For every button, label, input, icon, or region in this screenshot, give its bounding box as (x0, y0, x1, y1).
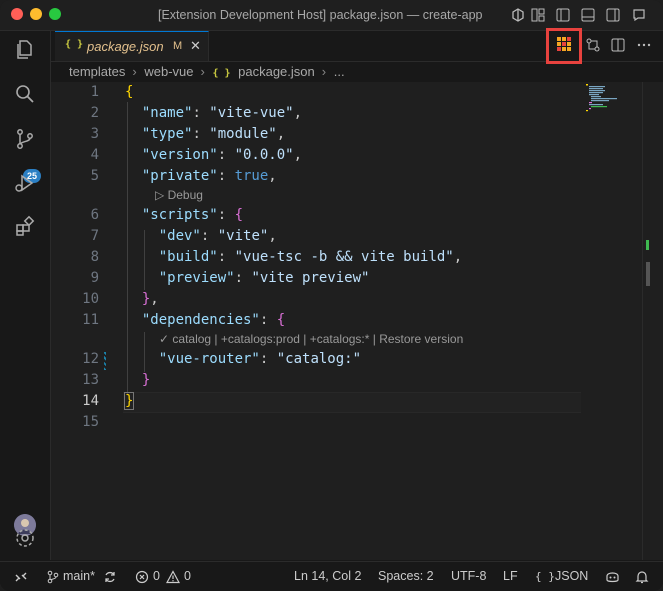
source-control-icon[interactable] (13, 127, 37, 151)
code-line: 10 }, (51, 289, 663, 310)
code-line: 13 } (51, 370, 663, 391)
breadcrumb-item-web-vue[interactable]: web-vue (144, 64, 193, 79)
code-editor[interactable]: 1{ 2 "name": "vite-vue", 3 "type": "modu… (51, 82, 663, 560)
json-file-icon: { } (65, 39, 84, 50)
line-number: 4 (90, 147, 99, 163)
error-count[interactable]: 0 (153, 569, 160, 583)
cursor-position[interactable]: Ln 14, Col 2 (294, 569, 361, 583)
line-number: 5 (90, 168, 99, 184)
sync-icon[interactable] (103, 570, 117, 584)
line-number: 1 (90, 84, 99, 100)
maximize-window-button[interactable] (49, 8, 61, 20)
breadcrumb-item-templates[interactable]: templates (69, 64, 125, 79)
toggle-panel-icon[interactable] (580, 7, 596, 23)
explorer-icon[interactable] (13, 38, 37, 62)
title-bar: [Extension Development Host] package.jso… (0, 0, 663, 31)
manage-gear-icon[interactable] (13, 526, 37, 550)
remote-icon[interactable] (14, 570, 28, 584)
code-line: 4 "version": "0.0.0", (51, 145, 663, 166)
tab-package-json[interactable]: { } package.json M ✕ (55, 31, 209, 61)
copilot-icon[interactable] (510, 7, 526, 23)
window-title: [Extension Development Host] package.jso… (158, 8, 483, 22)
breadcrumb-item-package-json[interactable]: package.json (238, 64, 315, 79)
line-number: 7 (90, 228, 99, 244)
code-line: 15 (51, 412, 663, 433)
chevron-right-icon: › (321, 64, 327, 79)
code-line: 9 "preview": "vite preview" (51, 268, 663, 289)
toggle-primary-sidebar-icon[interactable] (555, 7, 571, 23)
open-changes-icon[interactable] (585, 37, 601, 53)
layout-controls-icon[interactable] (530, 7, 546, 23)
encoding[interactable]: UTF-8 (451, 569, 486, 583)
line-number: 13 (82, 372, 99, 388)
code-line: 1{ (51, 82, 663, 103)
language-mode[interactable]: JSON (555, 569, 588, 583)
code-line: 12 "vue-router": "catalog:" (51, 349, 663, 370)
copilot-status-icon[interactable] (605, 570, 620, 584)
codelens-debug[interactable]: ▷ Debug (51, 188, 663, 206)
chat-icon[interactable] (631, 7, 647, 23)
code-line: 6 "scripts": { (51, 205, 663, 226)
highlight-box (546, 28, 582, 64)
line-number: 14 (82, 393, 99, 409)
chevron-right-icon: › (132, 64, 137, 79)
json-file-icon: { } (212, 68, 231, 79)
code-line: 3 "type": "module", (51, 124, 663, 145)
braces-icon: { } (535, 570, 555, 583)
scrollbar-thumb[interactable] (646, 262, 650, 286)
search-icon[interactable] (13, 82, 37, 106)
warning-icon[interactable] (166, 570, 180, 584)
extensions-icon[interactable] (13, 215, 37, 239)
chevron-right-icon: › (200, 64, 205, 79)
code-line: 5 "private": true, (51, 166, 663, 187)
git-branch-icon (47, 570, 59, 584)
vscode-window: [Extension Development Host] package.jso… (0, 0, 663, 591)
branch-name[interactable]: main* (63, 569, 95, 583)
status-bar: main* 0 0 Ln 14, Col 2 Spaces: 2 UTF-8 L… (0, 561, 663, 591)
breadcrumb: templates › web-vue › { } package.json › ..… (69, 64, 349, 82)
minimize-window-button[interactable] (30, 8, 42, 20)
line-number: 6 (90, 207, 99, 223)
line-number: 3 (90, 126, 99, 142)
scrollbar-change-marker (646, 240, 649, 250)
activity-bar: 25 (0, 31, 51, 560)
more-actions-icon[interactable] (636, 37, 652, 53)
run-debug-icon[interactable] (13, 171, 37, 195)
code-line: 14} (51, 391, 663, 412)
code-line: 2 "name": "vite-vue", (51, 103, 663, 124)
line-number: 15 (82, 414, 99, 430)
end-of-line[interactable]: LF (503, 569, 518, 583)
split-editor-icon[interactable] (610, 37, 626, 53)
warning-count[interactable]: 0 (184, 569, 191, 583)
line-number: 12 (82, 351, 99, 367)
line-number: 10 (82, 291, 99, 307)
vertical-scrollbar[interactable] (642, 82, 657, 560)
notifications-bell-icon[interactable] (635, 570, 649, 584)
line-number: 11 (82, 312, 99, 328)
toggle-secondary-sidebar-icon[interactable] (605, 7, 621, 23)
breadcrumb-item-symbols[interactable]: ... (334, 64, 345, 79)
codelens-catalog[interactable]: ✓ catalog | +catalogs:prod | +catalogs:*… (51, 332, 663, 350)
line-number: 8 (90, 249, 99, 265)
line-number: 9 (90, 270, 99, 286)
code-line: 7 "dev": "vite", (51, 226, 663, 247)
code-line: 8 "build": "vue-tsc -b && vite build", (51, 247, 663, 268)
indentation[interactable]: Spaces: 2 (378, 569, 434, 583)
close-tab-icon[interactable]: ✕ (190, 38, 201, 54)
code-line: 11 "dependencies": { (51, 310, 663, 331)
close-window-button[interactable] (11, 8, 23, 20)
modified-indicator: M (173, 40, 183, 52)
line-number: 2 (90, 105, 99, 121)
error-icon[interactable] (135, 570, 149, 584)
tab-label: package.json (87, 39, 164, 54)
minimap[interactable] (586, 84, 636, 124)
